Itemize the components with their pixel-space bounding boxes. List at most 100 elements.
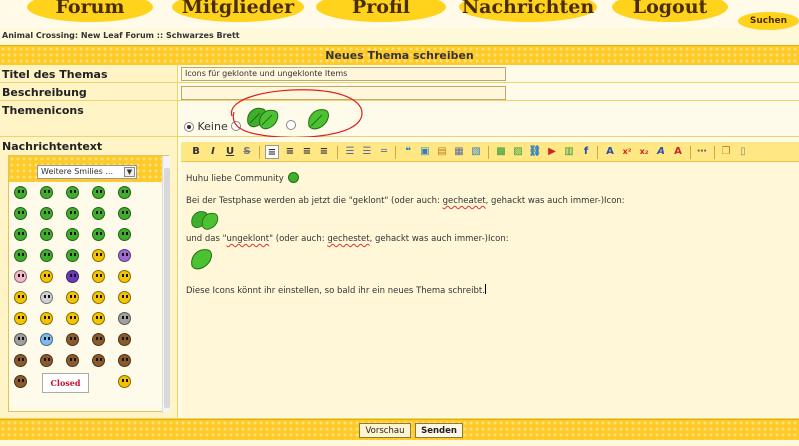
smiley-option-icon[interactable] (40, 333, 53, 346)
font-color-icon[interactable]: A (671, 145, 685, 159)
smiley-option-icon[interactable] (14, 270, 27, 283)
smiley-option-icon[interactable] (40, 249, 53, 262)
smiley-option-icon[interactable] (92, 207, 105, 220)
smiley-option-icon[interactable] (40, 291, 53, 304)
smiley-option-icon[interactable] (14, 333, 27, 346)
nav-mitglieder[interactable]: Mitglieder (172, 0, 304, 22)
smilies-scrollbar[interactable] (162, 156, 170, 413)
radio-none[interactable] (184, 122, 194, 132)
search-button[interactable]: Suchen (738, 12, 799, 30)
smiley-option-icon[interactable] (118, 249, 131, 262)
smiley-option-icon[interactable] (66, 228, 79, 241)
smiley-option-icon[interactable] (14, 249, 27, 262)
smiley-closed-sign[interactable]: Closed (42, 373, 89, 393)
smiley-option-icon[interactable] (92, 354, 105, 367)
smilies-select[interactable]: Weitere Smilies ... ▼ (37, 165, 137, 179)
flash-icon[interactable]: ▥ (562, 145, 576, 159)
image-icon[interactable]: ▤ (435, 145, 449, 159)
chevron-down-icon[interactable]: ▼ (124, 167, 135, 177)
insert-media-icon[interactable]: ▩ (494, 145, 508, 159)
smiley-option-icon[interactable] (66, 207, 79, 220)
message-editor[interactable]: Huhu liebe Community Bei der Testphase w… (181, 162, 799, 417)
smiley-icon (288, 172, 300, 183)
align-left-icon[interactable]: ≡ (265, 145, 279, 159)
smiley-option-icon[interactable] (14, 312, 27, 325)
smiley-option-icon[interactable] (14, 186, 27, 199)
smiley-option-icon[interactable] (118, 186, 131, 199)
smiley-option-icon[interactable] (66, 186, 79, 199)
superscript-icon[interactable]: x² (620, 145, 634, 159)
font-icon[interactable]: A (603, 145, 617, 159)
italic-button[interactable]: I (206, 145, 220, 159)
smiley-option-icon[interactable] (118, 375, 131, 388)
smiley-option-icon[interactable] (66, 354, 79, 367)
smiley-option-icon[interactable] (14, 207, 27, 220)
smiley-option-icon[interactable] (118, 333, 131, 346)
document-icon[interactable]: ▯ (736, 145, 750, 159)
smiley-option-icon[interactable] (118, 207, 131, 220)
facebook-icon[interactable]: f (579, 145, 593, 159)
smiley-option-icon[interactable] (40, 186, 53, 199)
smiley-option-icon[interactable] (118, 291, 131, 304)
spoiler-icon[interactable]: ▧ (469, 145, 483, 159)
text-cursor (484, 284, 486, 294)
align-center-icon[interactable]: ≡ (283, 145, 297, 159)
insert-file-icon[interactable]: ▨ (511, 145, 525, 159)
topic-title-input[interactable]: Icons für geklonte und ungeklonte Items (181, 67, 506, 81)
smiley-option-icon[interactable] (40, 270, 53, 283)
editor-line-3: und das "ungeklont" (oder auch: gecheste… (186, 234, 509, 244)
table-icon[interactable]: ▦ (452, 145, 466, 159)
smiley-option-icon[interactable] (66, 333, 79, 346)
cloned-leaf-icon-inline (191, 211, 219, 230)
editor-line-1: Huhu liebe Community (186, 172, 300, 184)
smiley-option-icon[interactable] (14, 228, 27, 241)
smiley-option-icon[interactable] (92, 291, 105, 304)
send-button[interactable]: Senden (415, 423, 463, 438)
copy-icon[interactable]: ❐ (719, 145, 733, 159)
youtube-icon[interactable]: ▶ (545, 145, 559, 159)
preview-button[interactable]: Vorschau (359, 423, 411, 438)
breadcrumb[interactable]: Animal Crossing: New Leaf Forum :: Schwa… (2, 31, 240, 40)
link-icon[interactable]: ⛓ (528, 145, 542, 159)
form-title: Neues Thema schreiben (325, 49, 474, 62)
editor-line-4: Diese Icons könnt ihr einstellen, so bal… (186, 284, 486, 296)
unordered-list-icon[interactable]: ☰ (360, 145, 374, 159)
smiley-option-icon[interactable] (66, 270, 79, 283)
strike-button[interactable]: S (240, 145, 254, 159)
code-icon[interactable]: ▣ (418, 145, 432, 159)
smiley-option-icon[interactable] (92, 186, 105, 199)
horizontal-rule-icon[interactable]: ═ (377, 145, 391, 159)
smiley-option-icon[interactable] (40, 207, 53, 220)
smiley-option-icon[interactable] (40, 312, 53, 325)
nav-nachrichten[interactable]: Nachrichten (459, 0, 597, 22)
smiley-option-icon[interactable] (92, 333, 105, 346)
align-justify-icon[interactable]: ≡ (317, 145, 331, 159)
nav-forum[interactable]: Forum (27, 0, 153, 22)
smiley-option-icon[interactable] (118, 228, 131, 241)
ordered-list-icon[interactable]: ☰ (343, 145, 357, 159)
font-size-icon[interactable]: A (654, 145, 668, 159)
smiley-option-icon[interactable] (66, 249, 79, 262)
nav-profil[interactable]: Profil (316, 0, 446, 22)
bold-button[interactable]: B (189, 145, 203, 159)
smiley-option-icon[interactable] (92, 312, 105, 325)
nav-logout[interactable]: Logout (612, 0, 728, 22)
quote-icon[interactable]: ❝ (401, 145, 415, 159)
smiley-option-icon[interactable] (66, 312, 79, 325)
smiley-option-icon[interactable] (118, 354, 131, 367)
smiley-option-icon[interactable] (40, 354, 53, 367)
smiley-option-icon[interactable] (14, 375, 27, 388)
smiley-option-icon[interactable] (14, 354, 27, 367)
smiley-option-icon[interactable] (118, 270, 131, 283)
smiley-option-icon[interactable] (92, 249, 105, 262)
smiley-option-icon[interactable] (92, 228, 105, 241)
smiley-option-icon[interactable] (118, 312, 131, 325)
align-right-icon[interactable]: ≡ (300, 145, 314, 159)
smiley-option-icon[interactable] (40, 228, 53, 241)
smiley-option-icon[interactable] (66, 291, 79, 304)
smiley-option-icon[interactable] (14, 291, 27, 304)
smiley-option-icon[interactable] (92, 270, 105, 283)
subscript-icon[interactable]: x₂ (637, 145, 651, 159)
more-icon[interactable]: ⋯ (695, 145, 709, 159)
underline-button[interactable]: U (223, 145, 237, 159)
